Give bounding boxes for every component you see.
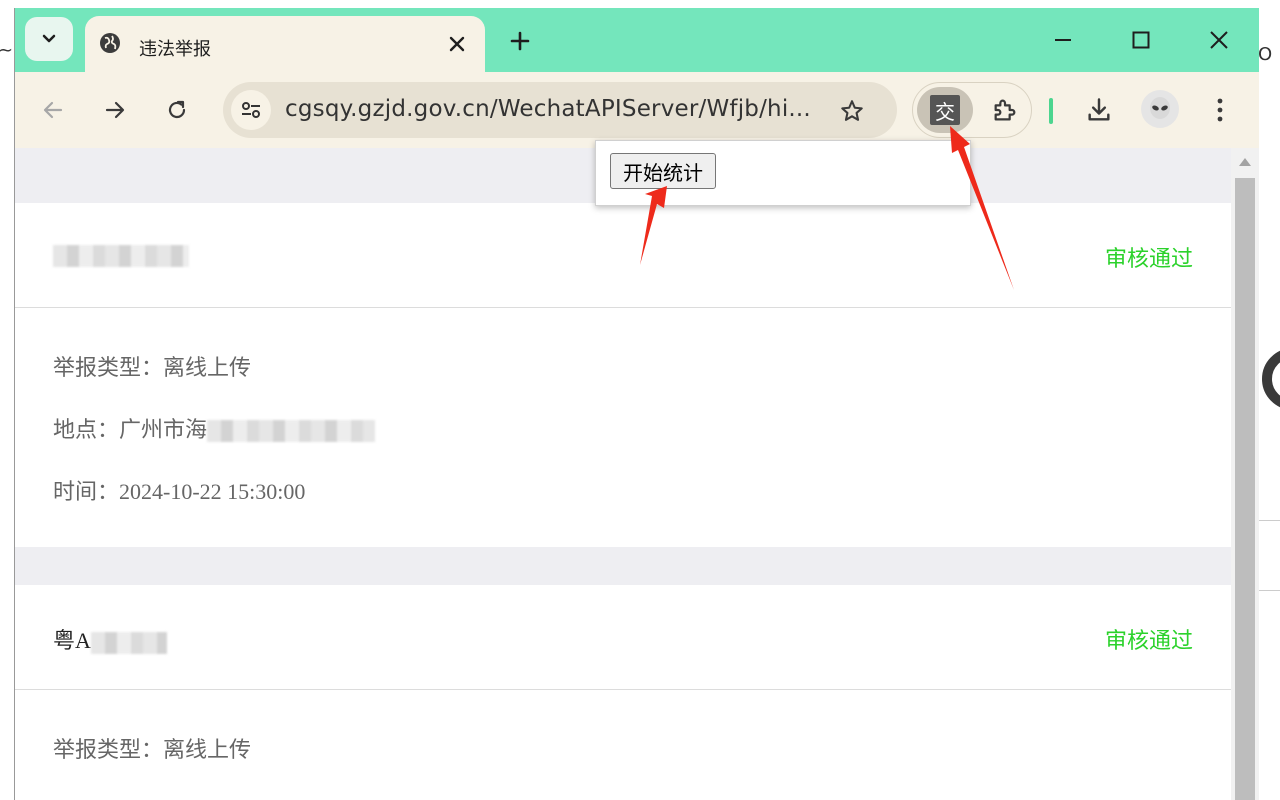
translate-extension-button[interactable]: 交 xyxy=(917,87,973,133)
tab-strip: 违法举报 xyxy=(15,8,1259,72)
downloads-button[interactable] xyxy=(1081,92,1117,128)
url-text[interactable]: cgsqy.gzjd.gov.cn/WechatAPIServer/Wfjb/h… xyxy=(285,96,811,122)
report-card[interactable]: 审核通过 举报类型：离线上传 地点：广州市海 时间：2024-10-22 15:… xyxy=(15,203,1231,547)
report-card-header: 审核通过 xyxy=(15,203,1231,308)
desktop-divider xyxy=(1258,520,1280,521)
location-label: 地点： xyxy=(53,418,120,443)
report-type-label: 举报类型： xyxy=(53,738,164,763)
minimize-icon xyxy=(1055,39,1071,41)
report-type-line: 举报类型：离线上传 xyxy=(53,732,251,764)
close-icon xyxy=(449,36,465,52)
report-type-line: 举报类型：离线上传 xyxy=(53,350,251,382)
chevron-down-icon xyxy=(42,34,56,43)
redacted-location xyxy=(207,420,376,442)
profile-sync-indicator xyxy=(1049,98,1053,124)
close-icon xyxy=(1210,31,1228,49)
status-badge: 审核通过 xyxy=(1104,629,1193,654)
report-card-header: 粤A 审核通过 xyxy=(15,585,1231,690)
location-value: 广州市海 xyxy=(119,418,208,443)
extensions-button[interactable] xyxy=(987,92,1023,128)
desktop-background-right: O xyxy=(1258,0,1280,800)
scroll-up-arrow-icon[interactable] xyxy=(1239,158,1251,166)
location-line: 地点：广州市海 xyxy=(53,412,376,444)
forward-button[interactable] xyxy=(97,92,133,128)
tune-icon xyxy=(242,102,260,118)
time-line: 时间：2024-10-22 15:30:00 xyxy=(53,474,305,506)
extension-popup: 开始统计 xyxy=(595,140,971,206)
tab-active[interactable]: 违法举报 xyxy=(85,16,485,72)
browser-window: 违法举报 cgsqy.gzjd.gov.cn/WechatAPIServer/W… xyxy=(14,8,1259,800)
tab-title: 违法举报 xyxy=(139,39,211,60)
download-icon xyxy=(1088,98,1110,121)
browser-toolbar: cgsqy.gzjd.gov.cn/WechatAPIServer/Wfjb/h… xyxy=(15,72,1259,148)
desktop-fragment-left: ~ xyxy=(0,40,14,61)
arrow-left-icon xyxy=(43,101,63,119)
report-card[interactable]: 粤A 审核通过 举报类型：离线上传 xyxy=(15,585,1231,800)
tab-close-button[interactable] xyxy=(443,30,471,58)
report-type-label: 举报类型： xyxy=(53,356,164,381)
page-scrollbar[interactable] xyxy=(1231,148,1259,800)
report-type-value: 离线上传 xyxy=(163,738,252,763)
translate-extension-icon: 交 xyxy=(930,95,960,125)
arrow-right-icon xyxy=(105,101,125,119)
report-type-value: 离线上传 xyxy=(163,356,252,381)
desktop-fragment-right: O xyxy=(1258,44,1273,65)
plus-icon xyxy=(510,31,530,51)
maximize-button[interactable] xyxy=(1121,22,1161,58)
back-button[interactable] xyxy=(35,92,71,128)
status-badge: 审核通过 xyxy=(1104,247,1193,272)
desktop-ring-shape xyxy=(1262,348,1280,410)
bookmark-button[interactable] xyxy=(835,94,869,128)
time-value: 2024-10-22 15:30:00 xyxy=(119,479,306,504)
more-vertical-icon xyxy=(1217,98,1223,122)
page-content: 审核通过 举报类型：离线上传 地点：广州市海 时间：2024-10-22 15:… xyxy=(15,148,1231,800)
tab-search-button[interactable] xyxy=(25,17,73,61)
redacted-plate xyxy=(90,631,167,654)
start-statistics-button[interactable]: 开始统计 xyxy=(610,153,716,189)
scrollbar-thumb[interactable] xyxy=(1235,178,1255,800)
browser-menu-button[interactable] xyxy=(1205,92,1235,128)
alien-avatar-icon xyxy=(1150,97,1170,119)
minimize-button[interactable] xyxy=(1043,22,1083,58)
desktop-divider xyxy=(1258,590,1280,591)
reload-icon xyxy=(168,100,186,119)
site-info-button[interactable] xyxy=(231,90,271,130)
reload-button[interactable] xyxy=(159,92,195,128)
license-plate xyxy=(53,241,189,267)
puzzle-icon xyxy=(994,99,1016,121)
profile-avatar[interactable] xyxy=(1141,90,1179,128)
address-bar[interactable]: cgsqy.gzjd.gov.cn/WechatAPIServer/Wfjb/h… xyxy=(223,82,897,138)
license-plate: 粤A xyxy=(53,623,167,655)
redacted-plate xyxy=(53,244,189,267)
star-icon xyxy=(841,100,863,121)
time-label: 时间： xyxy=(53,480,120,505)
new-tab-button[interactable] xyxy=(503,24,537,58)
maximize-icon xyxy=(1132,31,1150,49)
desktop-background-left: ~ xyxy=(0,0,14,800)
globe-icon xyxy=(100,33,120,53)
close-window-button[interactable] xyxy=(1199,22,1239,58)
